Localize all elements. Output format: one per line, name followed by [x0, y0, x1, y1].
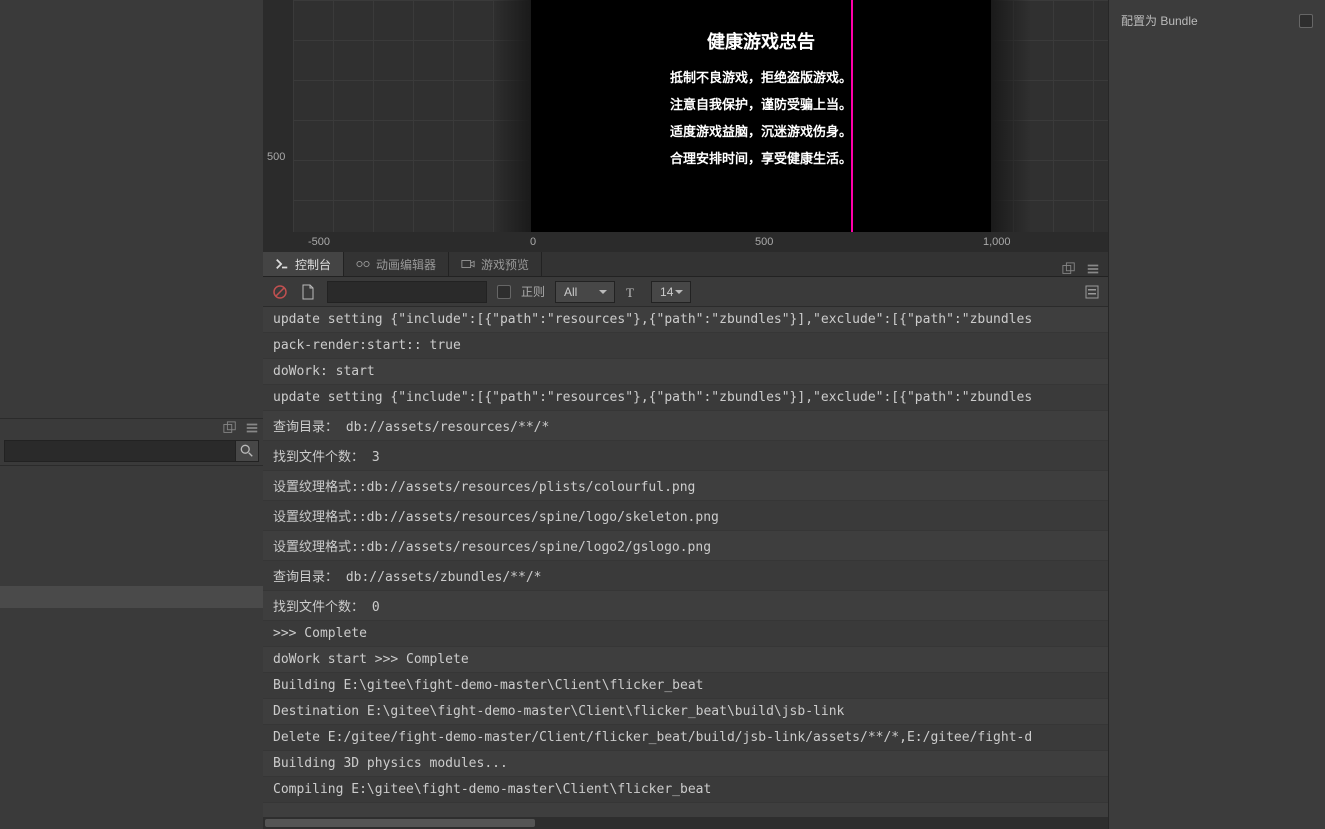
terminal-icon: [275, 257, 289, 271]
warning-line: 注意自我保护，谨防受骗上当。: [531, 91, 991, 118]
inspector-bundle-row: 配置为 Bundle: [1109, 8, 1325, 33]
log-row[interactable]: doWork start >>> Complete: [263, 647, 1108, 673]
menu-icon[interactable]: [245, 421, 259, 435]
assets-tree[interactable]: [0, 466, 263, 608]
regex-label: 正则: [521, 283, 545, 300]
warning-line: 适度游戏益脑，沉迷游戏伤身。: [531, 118, 991, 145]
ruler-tick: 1,000: [983, 236, 1011, 248]
tab-label: 游戏预览: [481, 256, 529, 273]
select-value: 14: [660, 285, 673, 299]
tab-label: 控制台: [295, 256, 331, 273]
log-row[interactable]: Building E:\gitee\fight-demo-master\Clie…: [263, 673, 1108, 699]
warning-line: 抵制不良游戏，拒绝盗版游戏。: [531, 64, 991, 91]
tab-animation[interactable]: 动画编辑器: [344, 252, 449, 276]
ruler-tick: 500: [267, 151, 285, 163]
console-toolbar: 正则 All T 14: [263, 277, 1108, 307]
camera-icon: [461, 257, 475, 271]
file-icon: [301, 284, 315, 300]
select-value: All: [564, 285, 577, 299]
log-row[interactable]: 设置纹理格式::db://assets/resources/plists/col…: [263, 471, 1108, 501]
animation-icon: [356, 257, 370, 271]
search-icon: [240, 444, 254, 458]
assets-panel-header: [0, 418, 263, 436]
log-row[interactable]: 查询目录： db://assets/zbundles/**/*: [263, 561, 1108, 591]
warning-line: 合理安排时间，享受健康生活。: [531, 145, 991, 172]
assets-search-button[interactable]: [235, 440, 259, 462]
log-row[interactable]: update setting {"include":[{"path":"reso…: [263, 385, 1108, 411]
log-row[interactable]: pack-render:start:: true: [263, 333, 1108, 359]
tab-bar: 控制台 动画编辑器 游戏预览: [263, 252, 1108, 277]
console-filter-input[interactable]: [327, 281, 487, 303]
open-log-button[interactable]: [299, 283, 317, 301]
log-row[interactable]: 设置纹理格式::db://assets/resources/spine/logo…: [263, 531, 1108, 561]
ruler-tick: 500: [755, 236, 773, 248]
bundle-label: 配置为 Bundle: [1121, 12, 1198, 29]
ruler-vertical: 500: [263, 0, 293, 252]
tab-label: 动画编辑器: [376, 256, 436, 273]
scene-view[interactable]: 500 健康游戏忠告 抵制不良游戏，拒绝盗版游戏。 注意自我保护，谨防受骗上当。…: [263, 0, 1108, 252]
h-scrollbar[interactable]: [263, 817, 1108, 829]
clear-button[interactable]: [271, 283, 289, 301]
left-upper-area: [0, 0, 263, 418]
console-output[interactable]: update setting {"include":[{"path":"reso…: [263, 307, 1108, 817]
bottom-panel: 控制台 动画编辑器 游戏预览 正则 All T 14: [263, 252, 1108, 829]
popout-icon[interactable]: [223, 421, 237, 435]
tree-row[interactable]: [0, 586, 263, 608]
assets-search-row: [0, 436, 263, 466]
inspector-row: [1109, 0, 1325, 8]
clear-icon: [272, 284, 288, 300]
log-row[interactable]: 设置纹理格式::db://assets/resources/spine/logo…: [263, 501, 1108, 531]
log-row[interactable]: >>> Complete: [263, 621, 1108, 647]
log-row[interactable]: 查询目录： db://assets/resources/**/*: [263, 411, 1108, 441]
scene-canvas[interactable]: 健康游戏忠告 抵制不良游戏，拒绝盗版游戏。 注意自我保护，谨防受骗上当。 适度游…: [293, 0, 1108, 232]
scrollbar-thumb[interactable]: [265, 819, 535, 827]
log-row[interactable]: 找到文件个数： 3: [263, 441, 1108, 471]
ruler-tick: -500: [308, 236, 330, 248]
log-row[interactable]: Compiling E:\gitee\fight-demo-master\Cli…: [263, 777, 1108, 803]
game-warning-title: 健康游戏忠告: [531, 28, 991, 54]
svg-text:T: T: [626, 285, 634, 300]
tab-console[interactable]: 控制台: [263, 252, 344, 276]
fontsize-icon: T: [625, 284, 641, 300]
menu-icon[interactable]: [1086, 262, 1100, 276]
ruler-horizontal: -500 0 500 1,000: [263, 232, 1108, 252]
game-frame: 健康游戏忠告 抵制不良游戏，拒绝盗版游戏。 注意自我保护，谨防受骗上当。 适度游…: [531, 0, 991, 232]
left-panel: [0, 0, 263, 829]
log-level-select[interactable]: All: [555, 281, 615, 303]
tab-preview[interactable]: 游戏预览: [449, 252, 542, 276]
log-row[interactable]: 找到文件个数： 0: [263, 591, 1108, 621]
log-row[interactable]: Building 3D physics modules...: [263, 751, 1108, 777]
popout-icon[interactable]: [1062, 262, 1076, 276]
inspector-panel: 配置为 Bundle: [1108, 0, 1325, 829]
collapse-icon[interactable]: [1084, 284, 1100, 300]
assets-search-input[interactable]: [4, 440, 235, 462]
log-row[interactable]: doWork: start: [263, 359, 1108, 385]
regex-checkbox[interactable]: [497, 285, 511, 299]
log-row[interactable]: update setting {"include":[{"path":"reso…: [263, 307, 1108, 333]
fontsize-select[interactable]: 14: [651, 281, 691, 303]
log-row[interactable]: Destination E:\gitee\fight-demo-master\C…: [263, 699, 1108, 725]
log-row[interactable]: Delete E:/gitee/fight-demo-master/Client…: [263, 725, 1108, 751]
ruler-tick: 0: [530, 236, 536, 248]
bundle-checkbox[interactable]: [1299, 14, 1313, 28]
game-warning-lines: 抵制不良游戏，拒绝盗版游戏。 注意自我保护，谨防受骗上当。 适度游戏益脑，沉迷游…: [531, 64, 991, 172]
